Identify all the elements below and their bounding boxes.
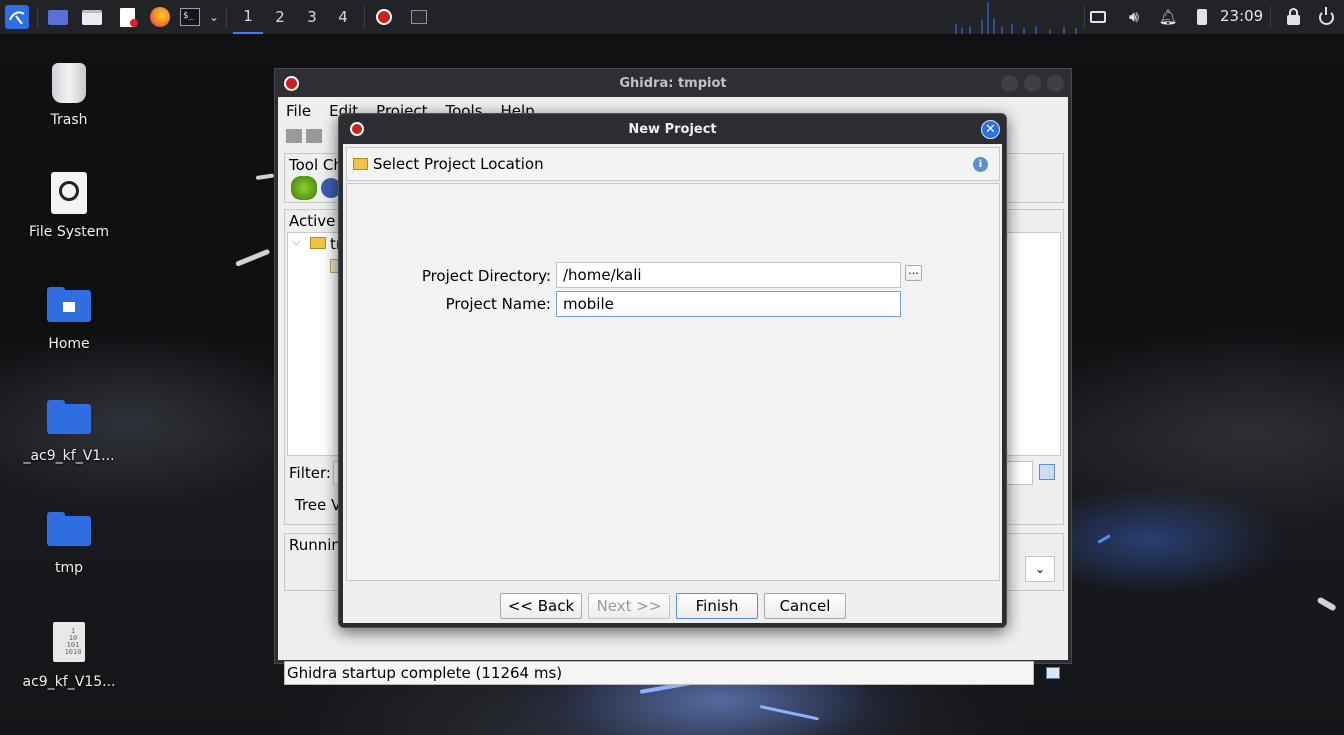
desktop-item-file-system[interactable]: File System [19,172,119,240]
wallpaper-highlight [255,173,275,180]
maximize-button[interactable] [1024,75,1041,92]
desktop-item-label: Trash [50,112,88,128]
workspace-2[interactable]: 2 [265,0,295,34]
desktop-item-label: tmp [54,560,83,576]
toolbar-icon[interactable] [306,129,322,143]
console-icon[interactable] [1046,667,1060,679]
menu-file[interactable]: File [286,102,311,120]
top-panel: $_ ⌄ 1 2 3 4 🔊︎ 🔔︎ 23:09 [0,0,1344,34]
battery-icon[interactable] [1192,7,1212,27]
terminal-icon[interactable]: $_ [180,7,200,27]
desktop-item-label: File System [28,224,110,240]
text-editor-icon[interactable] [117,7,138,27]
close-icon[interactable]: ✕ [981,120,1000,139]
filter-options-icon[interactable] [1039,464,1055,480]
desktop-item-folder-ac9[interactable]: _ac9_kf_V1... [19,396,119,464]
info-icon[interactable]: i [973,157,988,172]
panel-separator [37,6,38,28]
wallpaper-highlight [235,248,271,267]
toolbar-icon[interactable] [286,129,302,143]
finish-button[interactable]: Finish [676,593,758,619]
tree-expand-icon[interactable]: ⌵ [292,235,300,249]
cancel-button[interactable]: Cancel [764,593,846,619]
wizard-content: Project Directory: /home/kali ... Projec… [346,183,1000,581]
back-button[interactable]: << Back [500,593,582,619]
desktop-item-binary[interactable]: 1 10 101 1010 ac9_kf_V15... [19,622,119,690]
folder-icon [310,237,326,249]
window-titlebar: Ghidra: tmpiot [275,69,1071,97]
ghidra-icon[interactable] [374,7,394,27]
folder-icon [47,396,91,440]
firefox-icon[interactable] [150,7,170,27]
panel-separator [1270,6,1271,28]
next-button[interactable]: Next >> [588,593,670,619]
panel-separator [226,6,227,28]
bell-icon[interactable]: 🔔︎ [1158,7,1178,27]
volume-icon[interactable]: 🔊︎ [1124,7,1144,27]
wizard-step-title: Select Project Location [373,155,544,173]
drive-icon [47,172,91,216]
chevron-down-icon[interactable]: ⌄ [204,7,224,27]
panel-separator [364,6,365,28]
dialog-title: New Project [628,121,717,137]
folder-icon [47,508,91,552]
project-directory-input[interactable]: /home/kali [556,262,901,288]
ghidra-icon [284,76,299,91]
code-browser-dragon-icon[interactable] [291,176,317,200]
desktop-item-trash[interactable]: Trash [19,60,119,128]
project-name-input[interactable]: mobile [556,291,901,317]
dialog-titlebar: New Project ✕ [339,114,1006,144]
wallpaper-highlight [1097,534,1111,544]
browse-button[interactable]: ... [905,265,922,281]
wizard-header: Select Project Location i [346,147,1000,181]
wallpaper-highlight [759,705,820,721]
workspace-1[interactable]: 1 [233,0,263,34]
workspace-4[interactable]: 4 [328,0,358,34]
binary-file-icon: 1 10 101 1010 [47,622,91,666]
lock-icon[interactable] [1283,7,1303,27]
project-directory-label: Project Directory: [421,267,551,285]
file-manager-icon[interactable] [82,7,102,27]
power-icon[interactable] [1316,6,1336,27]
ghidra-icon [350,122,364,136]
running-tools-dropdown[interactable]: ⌄ [1025,556,1055,582]
window-title: Ghidra: tmpiot [619,75,727,91]
desktop-item-label: _ac9_kf_V1... [23,448,115,464]
project-name-label: Project Name: [445,295,551,313]
desktop-item-tmp[interactable]: tmp [19,508,119,576]
status-bar: Ghidra startup complete (11264 ms) [284,661,1034,685]
desktop-item-home[interactable]: Home [19,284,119,352]
close-button[interactable] [1047,75,1064,92]
filter-label: Filter: [289,464,331,482]
wallpaper-highlight [1316,596,1337,612]
tab-tree-view[interactable]: Tree V [295,496,341,514]
panel-separator [1084,6,1085,28]
desktop-item-label: Home [48,336,90,352]
desktop-icon[interactable] [48,7,68,27]
trash-icon [47,60,91,104]
clock[interactable]: 23:09 [1220,7,1263,25]
workspace-3[interactable]: 3 [297,0,327,34]
dialog-body: Select Project Location i Project Direct… [343,144,1002,623]
cpu-graph [955,2,1077,34]
folder-location-icon [353,158,368,170]
tool-chest-label: Tool Ch [289,156,343,174]
kali-menu-icon[interactable] [5,5,29,29]
terminal-window-icon[interactable] [409,7,429,27]
display-icon[interactable] [1088,7,1108,27]
desktop-item-label: ac9_kf_V15... [22,674,116,690]
home-folder-icon [47,284,91,328]
minimize-button[interactable] [1001,75,1018,92]
new-project-dialog: New Project ✕ Select Project Location i … [338,113,1007,628]
